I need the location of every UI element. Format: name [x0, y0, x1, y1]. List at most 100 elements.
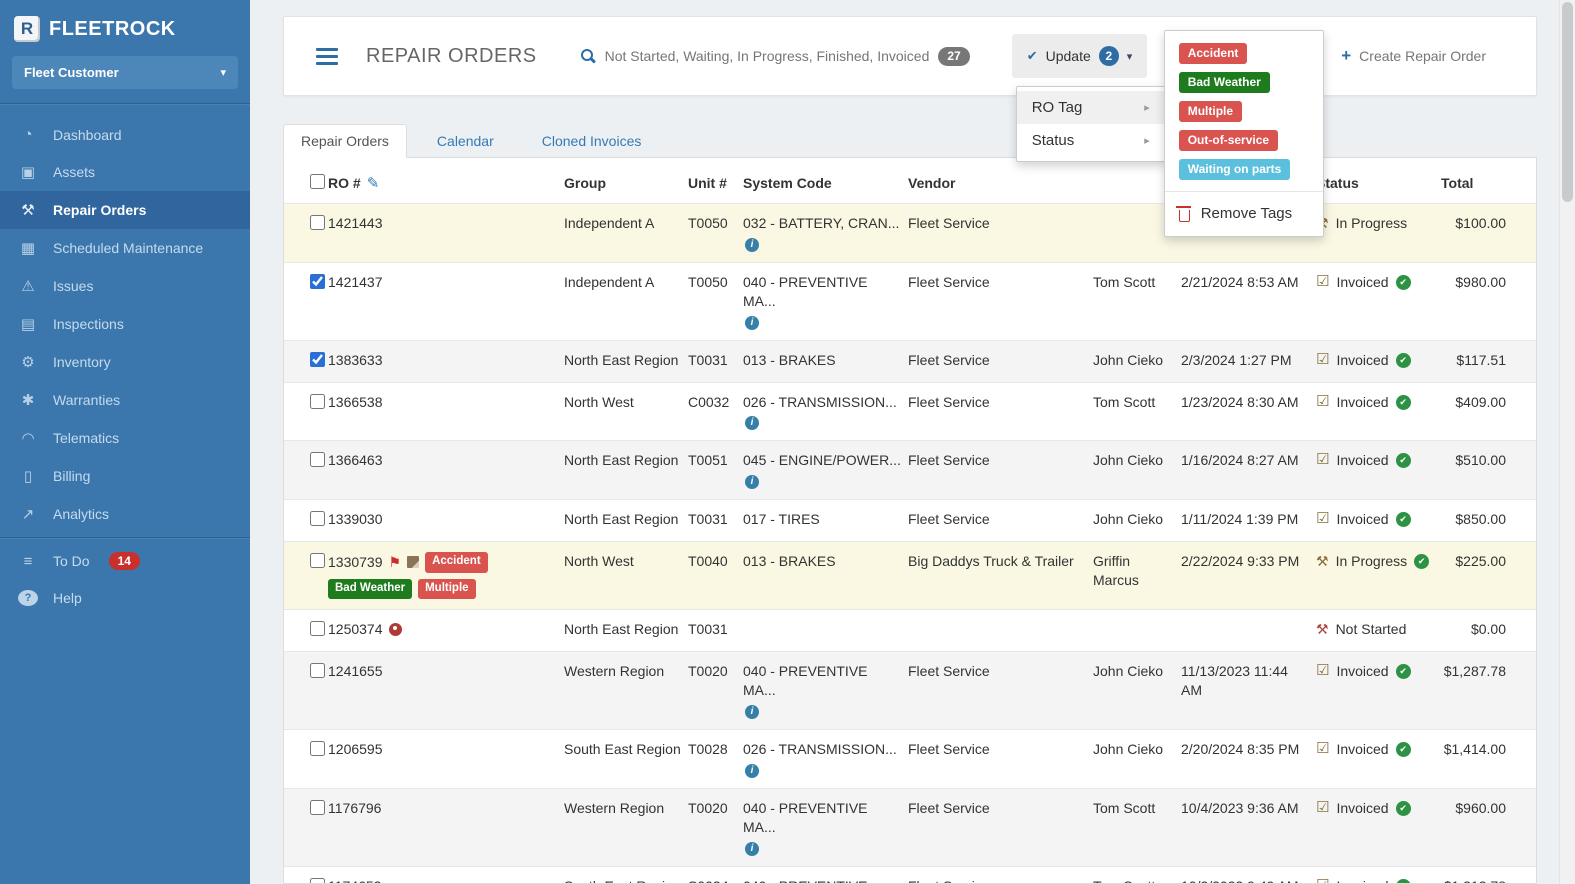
system-code-text: 040 - PREVENTIVE MA... [743, 799, 868, 835]
clipboard-icon: ≡ [23, 552, 33, 570]
tag-accident[interactable]: Accident [1178, 43, 1248, 64]
ro-number[interactable]: 1250374 [328, 620, 383, 639]
status-label: Not Started [1335, 621, 1407, 638]
total-cell: $1,414.00 [1441, 728, 1536, 789]
sidebar-item-scheduled-maintenance[interactable]: ▦ Scheduled Maintenance [0, 229, 250, 267]
flag-icon[interactable]: ⚑ [389, 553, 402, 572]
table-row: 1421437 Independent A T0050 040 - PREVENTIV… [284, 261, 1536, 341]
sidebar-item-telematics[interactable]: ◠ Telematics [0, 419, 250, 457]
ro-number[interactable]: 1176796 [328, 799, 381, 818]
ro-number[interactable]: 1421443 [328, 214, 383, 233]
row-checkbox[interactable] [310, 663, 325, 679]
sidebar-item-repair-orders[interactable]: ⚒ Repair Orders [0, 191, 250, 229]
info-icon[interactable]: i [745, 237, 759, 252]
row-checkbox[interactable] [310, 621, 325, 637]
row-checkbox[interactable] [310, 511, 325, 527]
caret-down-icon: ▾ [1126, 50, 1133, 63]
menu-item-ro-tag[interactable]: RO Tag ▸ [1016, 91, 1165, 124]
row-tag-bad-weather[interactable]: Bad Weather [328, 578, 413, 600]
status-cell: ☑ Invoiced ✔ [1316, 740, 1435, 759]
sidebar-item-inventory[interactable]: ⚙ Inventory [0, 343, 250, 381]
scrollbar-thumb[interactable] [1562, 2, 1573, 202]
sidebar-item-issues[interactable]: ⚠ Issues [0, 267, 250, 305]
select-all-checkbox[interactable] [310, 174, 325, 189]
ro-number[interactable]: 1366538 [328, 393, 383, 412]
ro-number-cell: 1421443 [328, 214, 558, 233]
info-icon[interactable]: i [745, 475, 759, 490]
system-code-cell: 045 - ENGINE/POWER... i [743, 451, 902, 490]
tab-repair-orders[interactable]: Repair Orders [283, 124, 407, 158]
sidebar-item-analytics[interactable]: ↗ Analytics [0, 495, 250, 533]
table-row: 1421443 Independent A T0050 032 - BATTERY, … [284, 203, 1536, 263]
row-checkbox[interactable] [310, 553, 325, 569]
ro-number[interactable]: 1330739 [328, 553, 383, 572]
row-checkbox[interactable] [310, 393, 325, 409]
ro-number[interactable]: 1206595 [328, 740, 383, 759]
unit-cell: T0050 [688, 203, 743, 263]
fleet-customer-dropdown[interactable]: Fleet Customer ▾ [12, 56, 238, 89]
create-repair-order-button[interactable]: + Create Repair Order [1341, 46, 1486, 66]
row-checkbox[interactable] [310, 877, 325, 883]
info-icon[interactable]: i [745, 704, 759, 719]
info-icon[interactable]: i [745, 841, 759, 856]
invoiced-checkbox-icon: ☑ [1316, 798, 1330, 816]
note-icon[interactable] [407, 556, 420, 569]
sidebar-item-billing[interactable]: ▯ Billing [0, 457, 250, 495]
sidebar-item-help[interactable]: ? Help [0, 580, 250, 616]
tag-waiting-on-parts[interactable]: Waiting on parts [1178, 159, 1291, 180]
tab-cloned-invoices[interactable]: Cloned Invoices [524, 124, 660, 158]
tag-multiple[interactable]: Multiple [1178, 101, 1243, 122]
group-cell: South East Region 2 [564, 865, 688, 883]
status-filter[interactable]: Not Started, Waiting, In Progress, Finis… [580, 46, 970, 66]
ro-number[interactable]: 1383633 [328, 351, 383, 370]
group-cell: Independent A [564, 203, 688, 263]
sidebar-item-dashboard[interactable]: ◔ Dashboard [0, 116, 250, 153]
row-checkbox[interactable] [310, 740, 325, 756]
create-repair-order-label: Create Repair Order [1359, 48, 1486, 64]
col-system-code: System Code [743, 174, 832, 191]
update-button[interactable]: ✔ Update 2 ▾ [1011, 34, 1148, 78]
sidebar-item-label: Issues [53, 278, 94, 294]
sidebar-item-label: Scheduled Maintenance [53, 240, 204, 256]
trash-icon [1176, 205, 1192, 222]
vertical-scrollbar[interactable] [1559, 0, 1575, 884]
menu-item-status[interactable]: Status ▸ [1017, 124, 1165, 157]
unit-cell: C0032 [688, 381, 743, 441]
red-marker-icon[interactable] [388, 623, 402, 637]
edit-pencil-icon[interactable]: ✎ [367, 175, 380, 192]
update-button-label: Update [1045, 48, 1091, 64]
row-tag-accident[interactable]: Accident [425, 552, 488, 573]
status-filter-text: Not Started, Waiting, In Progress, Finis… [604, 48, 930, 64]
row-checkbox[interactable] [310, 799, 325, 815]
tag-out-of-service[interactable]: Out-of-service [1178, 130, 1279, 151]
ro-number[interactable]: 1174652 [328, 877, 381, 883]
ro-number[interactable]: 1241655 [328, 662, 383, 681]
status-cell: ⚒ Not Started [1316, 620, 1435, 639]
row-checkbox[interactable] [310, 215, 325, 230]
sidebar-divider [0, 103, 250, 104]
system-code-text: 026 - TRANSMISSION... [743, 740, 897, 757]
tag-option-row: Bad Weather [1165, 68, 1323, 97]
info-icon[interactable]: i [745, 416, 759, 431]
tab-calendar[interactable]: Calendar [419, 124, 512, 158]
tag-bad-weather[interactable]: Bad Weather [1178, 72, 1270, 93]
menu-hamburger-icon[interactable] [316, 44, 338, 69]
ro-number[interactable]: 1421437 [328, 273, 383, 292]
expected-finish-cell: 1/11/2024 1:39 PM [1181, 499, 1316, 542]
row-checkbox[interactable] [310, 452, 325, 468]
status-cell: ☑ Invoiced ✔ [1316, 510, 1435, 529]
row-checkbox[interactable] [310, 273, 325, 289]
sidebar-item-assets[interactable]: ▣ Assets [0, 153, 250, 191]
sidebar-item-inspections[interactable]: ▤ Inspections [0, 305, 250, 343]
ro-number[interactable]: 1339030 [328, 510, 383, 529]
sidebar-item-to-do[interactable]: ≡ To Do 14 [0, 542, 250, 580]
info-icon[interactable]: i [745, 315, 759, 330]
system-code-cell: 040 - PREVENTIVE MA... i [743, 273, 902, 330]
info-icon[interactable]: i [745, 763, 759, 778]
remove-tags-item[interactable]: Remove Tags [1165, 197, 1323, 230]
sidebar: R FLEETROCK Fleet Customer ▾ ◔ Dashboard ▣… [0, 0, 250, 884]
row-checkbox[interactable] [310, 351, 325, 367]
sidebar-item-warranties[interactable]: ✱ Warranties [0, 381, 250, 419]
ro-number[interactable]: 1366463 [328, 451, 383, 470]
row-tag-multiple[interactable]: Multiple [418, 578, 476, 600]
